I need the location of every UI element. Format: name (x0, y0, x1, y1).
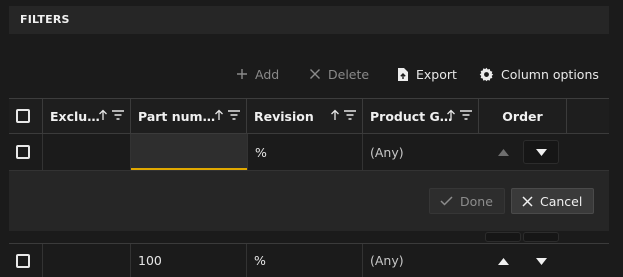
header-label: Part num… (138, 108, 216, 124)
chevron-up-icon (497, 257, 509, 265)
cancel-button-label: Cancel (540, 193, 583, 209)
revision-value: % (255, 144, 267, 160)
gear-icon (479, 67, 494, 81)
check-icon (440, 196, 453, 206)
export-icon (398, 67, 408, 81)
edit-row: % (Any) (9, 134, 609, 171)
grid-toolbar: Add Delete Export Column options (0, 64, 623, 84)
chevron-down-icon (535, 148, 547, 156)
sort-up-icon[interactable] (446, 109, 456, 121)
order-button-partial (524, 233, 558, 241)
sort-up-icon[interactable] (98, 109, 108, 121)
header-select-cell (9, 99, 43, 133)
grid-header: Exclu… Part num… Revision Product G… Ord… (9, 99, 609, 134)
revision-cell: % (247, 244, 363, 277)
row-checkbox[interactable] (16, 253, 30, 268)
header-label: Product G… (370, 108, 453, 124)
delete-button-label: Delete (328, 66, 370, 82)
filter-icon[interactable] (344, 110, 356, 120)
add-button[interactable]: Add (236, 64, 279, 84)
header-label: Revision (254, 108, 314, 124)
product-group-value: (Any) (370, 144, 404, 160)
header-label: Order (502, 108, 543, 124)
filter-icon[interactable] (460, 110, 472, 120)
plus-icon (237, 69, 247, 79)
part-number-cell: 100 (131, 244, 247, 277)
filter-icon[interactable] (228, 110, 240, 120)
order-button-partial (486, 233, 520, 241)
product-group-cell: (Any) (363, 244, 479, 277)
column-options-button[interactable]: Column options (479, 64, 599, 84)
move-down-button[interactable] (524, 250, 558, 272)
part-number-value: 100 (138, 253, 162, 268)
header-order: Order (479, 99, 567, 133)
part-number-input[interactable] (131, 134, 247, 170)
edit-revision-cell[interactable]: % (247, 134, 363, 170)
edit-panel: Done Cancel (9, 171, 609, 231)
sort-up-icon[interactable] (330, 109, 340, 121)
export-button[interactable]: Export (397, 64, 457, 84)
filters-bar[interactable]: FILTERS (9, 6, 609, 34)
row-checkbox[interactable] (16, 145, 30, 159)
header-product-group[interactable]: Product G… (363, 99, 479, 133)
header-exclude[interactable]: Exclu… (43, 99, 131, 133)
filter-icon[interactable] (112, 110, 124, 120)
move-up-button[interactable] (486, 250, 520, 272)
exclude-cell (43, 244, 131, 277)
product-group-value: (Any) (370, 253, 404, 268)
row-select-cell (9, 244, 43, 277)
column-options-button-label: Column options (501, 66, 599, 82)
chevron-up-icon (497, 148, 509, 156)
edit-product-group-cell[interactable]: (Any) (363, 134, 479, 170)
table-row[interactable]: 100 % (Any) (9, 243, 609, 277)
move-up-button[interactable] (486, 141, 520, 163)
done-button[interactable]: Done (429, 188, 505, 214)
chevron-down-icon (535, 257, 547, 265)
row-select-cell (9, 134, 43, 170)
filters-title: FILTERS (20, 13, 70, 26)
delete-button[interactable]: Delete (309, 64, 369, 84)
header-label: Exclu… (50, 108, 100, 124)
cancel-button[interactable]: Cancel (511, 188, 594, 214)
close-icon (522, 195, 533, 207)
edit-exclude-cell[interactable] (43, 134, 131, 170)
header-revision[interactable]: Revision (247, 99, 363, 133)
select-all-checkbox[interactable] (16, 109, 30, 123)
export-button-label: Export (416, 66, 457, 82)
sort-up-icon[interactable] (214, 109, 224, 121)
close-icon (310, 69, 320, 79)
move-down-button[interactable] (524, 141, 558, 163)
revision-value: % (254, 253, 266, 268)
add-button-label: Add (255, 66, 280, 82)
done-button-label: Done (460, 193, 493, 209)
header-part-number[interactable]: Part num… (131, 99, 247, 133)
